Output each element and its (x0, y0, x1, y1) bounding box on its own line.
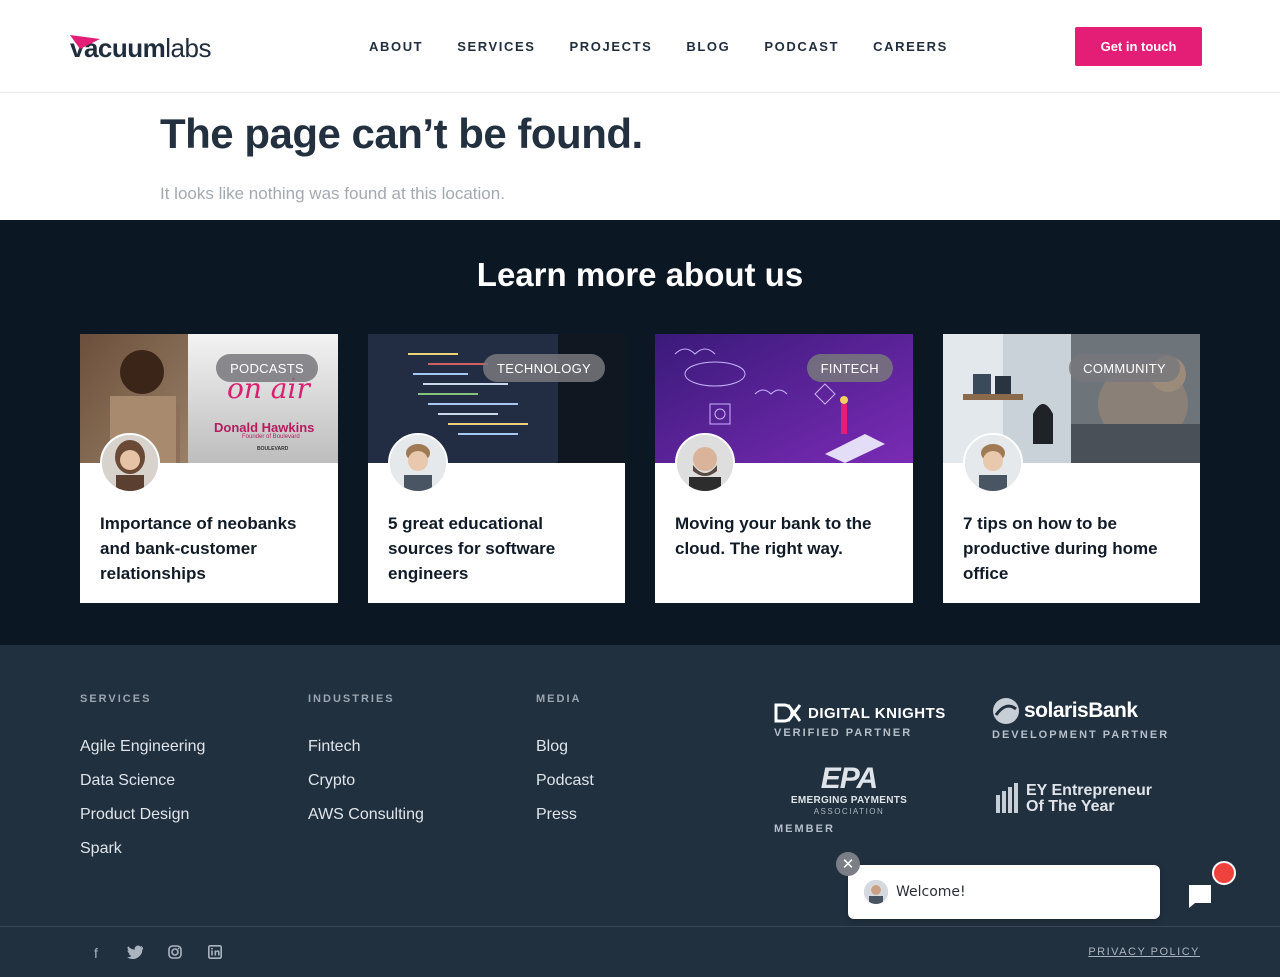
footer-column-services: SERVICES Agile Engineering Data Science … (80, 693, 205, 874)
vacuumlabs-logo[interactable]: vacuumlabs (70, 33, 211, 61)
footer-link-podcast[interactable]: Podcast (536, 772, 594, 806)
podcast-brand: BOULEVARD (257, 446, 289, 452)
page-title: The page can’t be found. (160, 110, 643, 157)
footer-column-heading: SERVICES (80, 693, 152, 705)
footer-link-aws-consulting[interactable]: AWS Consulting (308, 806, 424, 840)
epa-name: EMERGING PAYMENTS (790, 795, 908, 806)
partner-caption: DEVELOPMENT PARTNER (992, 729, 1170, 741)
card-title[interactable]: 7 tips on how to be productive during ho… (963, 511, 1183, 586)
footer-column-heading: INDUSTRIES (308, 693, 395, 705)
card-title[interactable]: Moving your bank to the cloud. The right… (675, 511, 895, 561)
site-header: vacuumlabs ABOUT SERVICES PROJECTS BLOG … (0, 0, 1280, 93)
solarisbank-logo-icon (993, 698, 1019, 724)
author-avatar (675, 433, 735, 493)
main-nav: ABOUT SERVICES PROJECTS BLOG PODCAST CAR… (369, 39, 982, 54)
author-avatar (100, 433, 160, 493)
chat-welcome-bubble[interactable]: Welcome! (848, 865, 1160, 919)
nav-services[interactable]: SERVICES (457, 39, 535, 54)
nav-about[interactable]: ABOUT (369, 39, 423, 54)
footer-link-agile-engineering[interactable]: Agile Engineering (80, 738, 205, 772)
card-title[interactable]: Importance of neobanks and bank-customer… (100, 511, 320, 586)
footer-link-crypto[interactable]: Crypto (308, 772, 424, 806)
author-avatar (963, 433, 1023, 493)
get-in-touch-button[interactable]: Get in touch (1075, 27, 1202, 66)
privacy-policy-link[interactable]: PRIVACY POLICY (1088, 946, 1200, 958)
footer-column-media: MEDIA Blog Podcast Press (536, 693, 594, 840)
category-badge[interactable]: COMMUNITY (1069, 354, 1180, 382)
footer-bottom-bar: f PRIVACY POLICY (0, 926, 1280, 977)
digital-knights-name: DIGITAL KNIGHTS (808, 704, 946, 722)
chat-agent-avatar (864, 880, 888, 904)
footer-link-spark[interactable]: Spark (80, 840, 205, 874)
author-avatar (388, 433, 448, 493)
footer-link-blog[interactable]: Blog (536, 738, 594, 772)
nav-blog[interactable]: BLOG (686, 39, 730, 54)
nav-podcast[interactable]: PODCAST (764, 39, 839, 54)
partner-caption: VERIFIED PARTNER (774, 727, 913, 739)
card-title[interactable]: 5 great educational sources for software… (388, 511, 608, 586)
solarisbank-name: solarisBank (1024, 699, 1138, 722)
footer-column-heading: MEDIA (536, 693, 582, 705)
category-badge[interactable]: TECHNOLOGY (482, 354, 605, 382)
instagram-icon[interactable] (167, 945, 183, 961)
podcast-guest-role: Founder of Boulevard (242, 434, 300, 440)
article-card-educational-sources[interactable]: TECHNOLOGY 5 great educational sources f… (368, 334, 625, 603)
linkedin-icon[interactable] (207, 945, 223, 961)
ey-title-line-1: EY Entrepreneur (1026, 782, 1152, 799)
chat-welcome-message: Welcome! (896, 884, 966, 900)
learn-more-title: Learn more about us (476, 256, 804, 293)
partner-ey-entrepreneur[interactable]: EY Entrepreneur Of The Year (994, 783, 1152, 815)
nav-careers[interactable]: CAREERS (873, 39, 948, 54)
epa-subname: ASSOCIATION (813, 807, 885, 816)
footer-link-fintech[interactable]: Fintech (308, 738, 424, 772)
digital-knights-logo-icon (774, 703, 802, 723)
article-card-neobanks[interactable]: on air Donald Hawkins Founder of Bouleva… (80, 334, 338, 603)
article-card-bank-cloud[interactable]: FINTECH Moving your bank to the cloud. T… (655, 334, 913, 603)
category-badge[interactable]: FINTECH (806, 354, 893, 382)
footer-link-data-science[interactable]: Data Science (80, 772, 205, 806)
partner-caption: MEMBER (774, 823, 835, 835)
footer-link-product-design[interactable]: Product Design (80, 806, 205, 840)
ey-logo-icon (996, 783, 1018, 813)
podcast-guest-name: Donald Hawkins (214, 420, 315, 435)
twitter-icon[interactable] (126, 945, 144, 961)
partner-emerging-payments[interactable]: EPA EMERGING PAYMENTS ASSOCIATION MEMBER (774, 762, 924, 836)
facebook-icon[interactable]: f (88, 945, 104, 961)
chat-bubble-icon (1189, 885, 1211, 908)
ey-title-line-2: Of The Year (1026, 798, 1115, 815)
footer-link-press[interactable]: Press (536, 806, 594, 840)
article-card-home-office[interactable]: COMMUNITY 7 tips on how to be productive… (943, 334, 1200, 603)
chat-close-icon[interactable]: ✕ (836, 852, 860, 876)
footer-column-industries: INDUSTRIES Fintech Crypto AWS Consulting (308, 693, 424, 840)
partner-solarisbank[interactable]: solarisBank DEVELOPMENT PARTNER (992, 697, 1169, 741)
logo-mark-icon (70, 35, 100, 49)
learn-more-section: Learn more about us on air Donald Hawkin… (0, 220, 1280, 645)
site-footer: SERVICES Agile Engineering Data Science … (0, 645, 1280, 977)
page-subtitle: It looks like nothing was found at this … (160, 184, 505, 203)
category-badge[interactable]: PODCASTS (216, 354, 318, 382)
nav-projects[interactable]: PROJECTS (570, 39, 653, 54)
chat-notification-badge (1212, 861, 1236, 885)
partner-digital-knights[interactable]: DIGITAL KNIGHTS VERIFIED PARTNER (774, 703, 946, 739)
epa-logo-mark: EPA (820, 762, 878, 795)
